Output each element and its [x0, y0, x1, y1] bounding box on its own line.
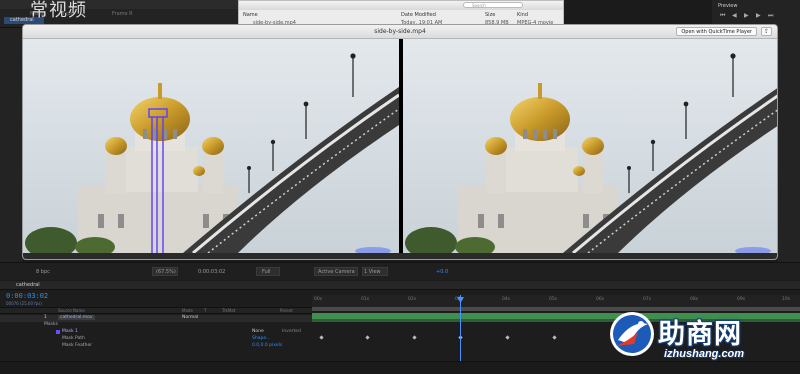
timeline-ruler[interactable]: 00s 01s 02s 03s 04s 05s 06s 07s 08s 09s … [312, 295, 800, 307]
brand-logo-icon [610, 312, 654, 356]
finder-col-name[interactable]: Name [243, 12, 258, 18]
current-frame-display: 00076 (25.00 fps) [6, 301, 42, 306]
layer-number: 1 [44, 315, 47, 320]
playhead-line[interactable] [460, 295, 461, 361]
ruler-tick: 05s [549, 297, 558, 302]
finder-search-input[interactable]: Search [463, 2, 523, 8]
zoom-value: (67.5%) [156, 269, 176, 275]
ruler-tick: 00s [314, 297, 323, 302]
keyframe[interactable] [552, 335, 557, 340]
mask-path-label: Mask Path [62, 336, 85, 341]
mask-mode[interactable]: None [252, 329, 264, 334]
camera-value: Active Camera [318, 269, 355, 275]
bit-depth-label[interactable]: 8 bpc [36, 269, 50, 275]
ae-left-panel [0, 28, 22, 270]
mask-path-value[interactable]: Shape... [252, 336, 270, 341]
col-t[interactable]: T [204, 308, 206, 313]
quicktime-controls-bar[interactable] [23, 253, 777, 259]
cathedral-scene-left [23, 39, 399, 253]
ruler-tick: 07s [643, 297, 652, 302]
layer-mode[interactable]: Normal [182, 315, 198, 320]
col-trkmat[interactable]: TrkMat [222, 308, 235, 313]
quicktime-window[interactable]: side-by-side.mp4 Open with QuickTime Pla… [22, 24, 778, 260]
site-watermark: 助商网 izhushang.com [608, 308, 800, 374]
timeline-column-header: Source Name Mode T TrkMat Parent [0, 307, 312, 314]
ruler-tick: 10s [782, 297, 791, 302]
ruler-tick: 09s [737, 297, 746, 302]
video-pane-left [23, 39, 399, 253]
open-with-quicktime-button[interactable]: Open with QuickTime Player [676, 27, 757, 36]
keyframe[interactable] [505, 335, 510, 340]
current-time-display[interactable]: 0:00:03:02 [6, 292, 48, 300]
finder-col-date[interactable]: Date Modified [401, 12, 436, 18]
ae-right-panel [778, 28, 800, 270]
resolution-value: Full [262, 269, 271, 275]
next-frame-icon[interactable]: ▶ [756, 13, 761, 19]
layer-name[interactable]: cathedral.mov [58, 315, 95, 320]
layer-row-cathedral[interactable]: 1 cathedral.mov Normal [0, 315, 312, 322]
keyframe[interactable] [412, 335, 417, 340]
mask-color-swatch[interactable] [56, 330, 60, 334]
mask-feather-value[interactable]: 0.0,0.0 pixels [252, 343, 282, 348]
ruler-tick: 02s [408, 297, 417, 302]
video-watermark-title: 常视频 [30, 0, 87, 21]
comp-viewer-toolbar: 8 bpc (67.5%) 0:00:03:02 Full Active Cam… [0, 262, 800, 280]
mask-inverted-label[interactable]: Inverted [282, 329, 301, 334]
project-col-framerate[interactable]: Frame R [112, 11, 133, 17]
viewer-timecode[interactable]: 0:00:03:02 [198, 269, 225, 275]
brand-url: izhushang.com [664, 348, 745, 360]
ruler-tick: 04s [502, 297, 511, 302]
timeline-tab[interactable]: cathedral [0, 281, 800, 290]
layer-row-mask1[interactable]: Mask 1 None Inverted [0, 329, 312, 336]
ruler-tick: 06s [596, 297, 605, 302]
finder-col-size[interactable]: Size [485, 12, 495, 18]
col-source-name[interactable]: Source Name [58, 308, 85, 313]
keyframe[interactable] [365, 335, 370, 340]
exposure-value[interactable]: +0.0 [436, 269, 448, 275]
video-pane-right [403, 39, 777, 253]
masks-group-label: Masks [44, 322, 58, 327]
col-mode[interactable]: Mode [182, 308, 193, 313]
last-frame-icon[interactable]: ⏭ [768, 13, 773, 19]
finder-col-kind[interactable]: Kind [517, 12, 528, 18]
ruler-tick: 01s [361, 297, 370, 302]
keyframe[interactable] [319, 335, 324, 340]
cathedral-scene-right [403, 39, 777, 253]
prev-frame-icon[interactable]: ◀ [732, 13, 737, 19]
layer-row-mask-feather[interactable]: Mask Feather 0.0,0.0 pixels [0, 343, 312, 350]
share-icon[interactable]: ⇪ [761, 27, 772, 36]
video-frame[interactable] [23, 39, 777, 253]
views-value: 1 View [364, 269, 381, 275]
quicktime-title: side-by-side.mp4 [374, 28, 426, 35]
col-parent[interactable]: Parent [280, 308, 293, 313]
quicktime-titlebar[interactable]: side-by-side.mp4 Open with QuickTime Pla… [23, 25, 777, 39]
brand-name: 助商网 [658, 319, 742, 350]
timeline-tab-label: cathedral [16, 282, 40, 288]
layer-row-masks[interactable]: Masks [0, 322, 312, 329]
first-frame-icon[interactable]: ⏮ [720, 13, 725, 19]
preview-panel-label: Preview [718, 3, 738, 9]
layer-row-mask-path[interactable]: Mask Path Shape... [0, 336, 312, 343]
ruler-tick: 08s [690, 297, 699, 302]
play-icon[interactable]: ▶ [744, 13, 749, 19]
mask-name[interactable]: Mask 1 [62, 329, 78, 334]
mask-feather-label: Mask Feather [62, 343, 93, 348]
